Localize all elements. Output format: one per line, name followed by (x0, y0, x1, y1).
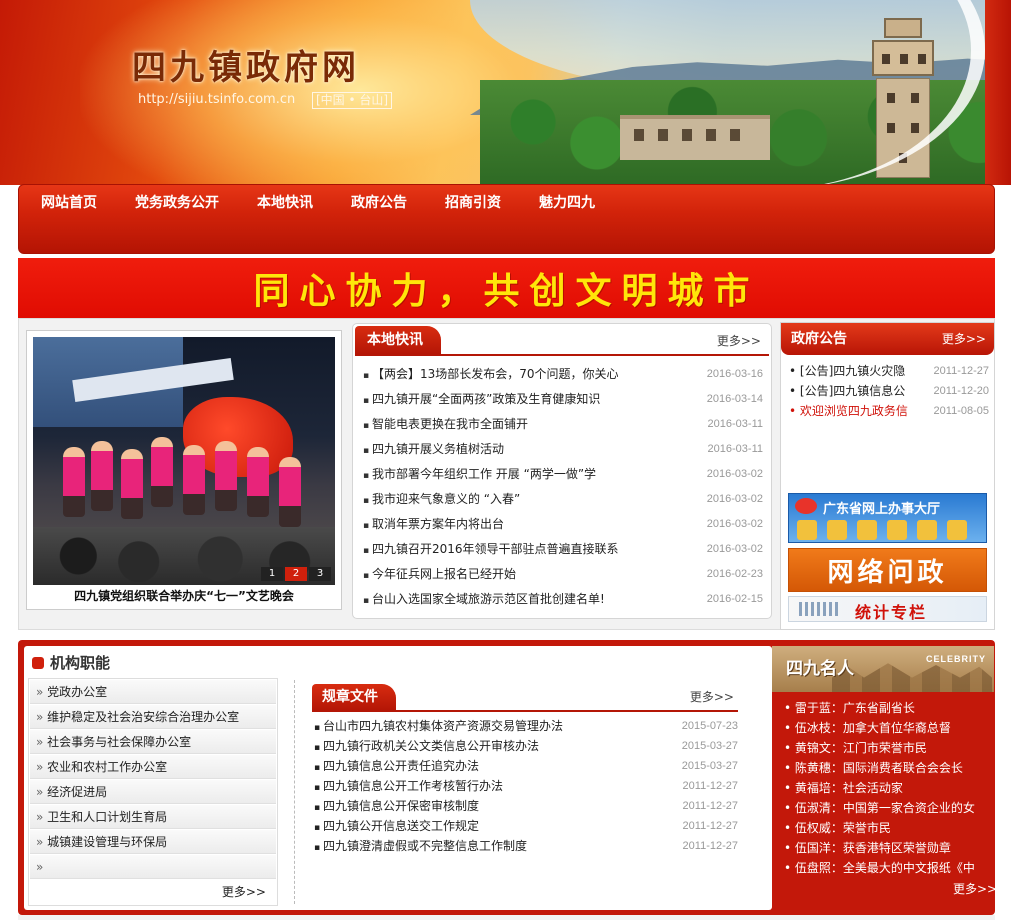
site-url: http://sijiu.tsinfo.com.cn (138, 92, 296, 107)
statistics-column-label: 统计专栏 (855, 603, 928, 622)
news-item[interactable]: 我市部署今年组织工作 开展 “两学一做”学2016-03-02 (363, 462, 763, 487)
statistics-column-ad[interactable]: 统计专栏 (788, 596, 987, 622)
site-logo-title[interactable]: 四九镇政府网 (132, 40, 360, 89)
rule-item[interactable]: 四九镇信息公开责任追究办法2015-03-27 (314, 756, 738, 776)
celebrity-item[interactable]: 伍盘照：全美最大的中文报纸《中 (784, 858, 990, 878)
news-item[interactable]: 智能电表更换在我市全面铺开2016-03-11 (363, 412, 763, 437)
celebrities-subtitle: CELEBRITY (925, 654, 986, 664)
rule-item[interactable]: 四九镇信息公开工作考核暂行办法2011-12-27 (314, 776, 738, 796)
main-nav: 网站首页 党务政务公开 本地快讯 政府公告 招商引资 魅力四九 (18, 184, 995, 254)
slide-pager: 1 2 3 (259, 567, 331, 581)
celebrities-list: 雷于蓝：广东省副省长 伍冰枝：加拿大首位华裔总督 黄锦文：江门市荣誉市民 陈黄穗… (784, 698, 990, 878)
celebrity-item[interactable]: 黄福培：社会活动家 (784, 778, 990, 798)
org-item[interactable]: 卫生和人口计划生育局 (30, 805, 276, 829)
slogan-text: 同心协力，共创文明城市 (253, 271, 760, 312)
rules-tab[interactable]: 规章文件 (312, 684, 396, 710)
slide-page-3[interactable]: 3 (309, 567, 331, 581)
nav-local-news[interactable]: 本地快讯 (257, 191, 313, 215)
celebrity-item[interactable]: 伍冰枝：加拿大首位华裔总督 (784, 718, 990, 738)
celebrities-header: 四九名人 CELEBRITY (772, 646, 994, 692)
slogan-banner: 同心协力，共创文明城市 (18, 256, 995, 318)
rule-item[interactable]: 四九镇信息公开保密审核制度2011-12-27 (314, 796, 738, 816)
gov-notice-more-link[interactable]: 更多>> (942, 330, 986, 347)
org-item[interactable]: 党政办公室 (30, 680, 276, 704)
header-edge (985, 0, 1011, 185)
nav-charm-sijiu[interactable]: 魅力四九 (539, 191, 595, 215)
org-item[interactable]: 城镇建设管理与环保局 (30, 830, 276, 854)
net-politics-ad[interactable]: 网络问政 (788, 548, 987, 592)
org-item[interactable]: 农业和农村工作办公室 (30, 755, 276, 779)
local-news-list: 【两会】13场部长发布会，70个问题，你关心2016-03-16 四九镇开展“全… (363, 362, 763, 612)
online-service-hall-label: 广东省网上办事大厅 (823, 502, 941, 517)
celebrity-item[interactable]: 伍淑清：中国第一家合资企业的女 (784, 798, 990, 818)
local-news-tab[interactable]: 本地快讯 (355, 326, 441, 354)
celebrity-item[interactable]: 伍国洋：获香港特区荣誉勋章 (784, 838, 990, 858)
news-item[interactable]: 取消年票方案年内将出台2016-03-02 (363, 512, 763, 537)
news-item[interactable]: 四九镇开展“全面两孩”政策及生育健康知识2016-03-14 (363, 387, 763, 412)
nav-home[interactable]: 网站首页 (41, 191, 97, 215)
rules-more-link[interactable]: 更多>> (690, 688, 734, 705)
barcode-icon (799, 602, 839, 616)
notice-item[interactable]: [公告]四九镇信息公2011-12-20 (789, 381, 989, 401)
header-banner: 四九镇政府网 http://sijiu.tsinfo.com.cn [中国 • … (0, 0, 1011, 185)
footer-strip (18, 915, 995, 920)
org-item[interactable]: 维护稳定及社会治安综合治理办公室 (30, 705, 276, 729)
org-item[interactable]: 社会事务与社会保障办公室 (30, 730, 276, 754)
org-item[interactable] (30, 855, 276, 879)
rule-item[interactable]: 四九镇澄清虚假或不完整信息工作制度2011-12-27 (314, 836, 738, 856)
org-item[interactable]: 经济促进局 (30, 780, 276, 804)
news-item[interactable]: 【两会】13场部长发布会，70个问题，你关心2016-03-16 (363, 362, 763, 387)
nav-investment[interactable]: 招商引资 (445, 191, 501, 215)
service-icons (797, 520, 977, 540)
gov-notice-title[interactable]: 政府公告 (791, 328, 847, 348)
local-news-more-link[interactable]: 更多>> (717, 332, 761, 349)
gov-notice-list: [公告]四九镇火灾隐2011-12-27 [公告]四九镇信息公2011-12-2… (789, 361, 989, 421)
online-service-hall-ad[interactable]: 广东省网上办事大厅 (788, 493, 987, 543)
gov-emblem-icon (795, 498, 817, 514)
news-item[interactable]: 今年征兵网上报名已经开始2016-02-23 (363, 562, 763, 587)
notice-item[interactable]: 欢迎浏览四九政务信2011-08-05 (789, 401, 989, 421)
rule-item[interactable]: 四九镇行政机关公文类信息公开审核办法2015-03-27 (314, 736, 738, 756)
event-photo[interactable]: 1 2 3 (33, 337, 335, 585)
rule-item[interactable]: 台山市四九镇农村集体资产资源交易管理办法2015-07-23 (314, 716, 738, 736)
celebrities-title: 四九名人 (786, 659, 854, 679)
slide-page-2[interactable]: 2 (285, 567, 307, 581)
gov-notice-header: 政府公告 更多>> (781, 323, 994, 355)
news-item[interactable]: 四九镇召开2016年领导干部驻点普遍直接联系2016-03-02 (363, 537, 763, 562)
local-news-panel: 本地快讯 更多>> 【两会】13场部长发布会，70个问题，你关心2016-03-… (352, 323, 772, 619)
org-more-link[interactable]: 更多>> (30, 880, 276, 904)
net-politics-label: 网络问政 (827, 557, 948, 588)
rules-panel: 规章文件 更多>> 台山市四九镇农村集体资产资源交易管理办法2015-07-23… (310, 680, 740, 880)
celebrities-more-link[interactable]: 更多>> (953, 880, 997, 897)
celebrity-item[interactable]: 雷于蓝：广东省副省长 (784, 698, 990, 718)
org-functions-title: 机构职能 (32, 652, 110, 673)
photo-slideshow: 1 2 3 四九镇党组织联合举办庆“七一”文艺晚会 (26, 330, 342, 610)
news-item[interactable]: 台山入选国家全域旅游示范区首批创建名单!2016-02-15 (363, 587, 763, 612)
vertical-divider (294, 680, 295, 904)
rule-item[interactable]: 四九镇公开信息送交工作规定2011-12-27 (314, 816, 738, 836)
news-item[interactable]: 我市迎来气象意义的 “入春”2016-03-02 (363, 487, 763, 512)
header-arc (455, 0, 985, 185)
slide-page-1[interactable]: 1 (261, 567, 283, 581)
notice-item[interactable]: [公告]四九镇火灾隐2011-12-27 (789, 361, 989, 381)
news-item[interactable]: 四九镇开展义务植树活动2016-03-11 (363, 437, 763, 462)
site-region: [中国 • 台山] (312, 92, 393, 109)
org-functions-list: 党政办公室 维护稳定及社会治安综合治理办公室 社会事务与社会保障办公室 农业和农… (28, 678, 278, 906)
celebrity-item[interactable]: 伍权威：荣誉市民 (784, 818, 990, 838)
rules-list: 台山市四九镇农村集体资产资源交易管理办法2015-07-23 四九镇行政机关公文… (314, 716, 738, 856)
celebrity-item[interactable]: 陈黄穗：国际消费者联合会会长 (784, 758, 990, 778)
photo-caption[interactable]: 四九镇党组织联合举办庆“七一”文艺晚会 (27, 587, 341, 604)
celebrity-item[interactable]: 黄锦文：江门市荣誉市民 (784, 738, 990, 758)
nav-party-affairs[interactable]: 党务政务公开 (135, 191, 219, 215)
nav-gov-notice[interactable]: 政府公告 (351, 191, 407, 215)
